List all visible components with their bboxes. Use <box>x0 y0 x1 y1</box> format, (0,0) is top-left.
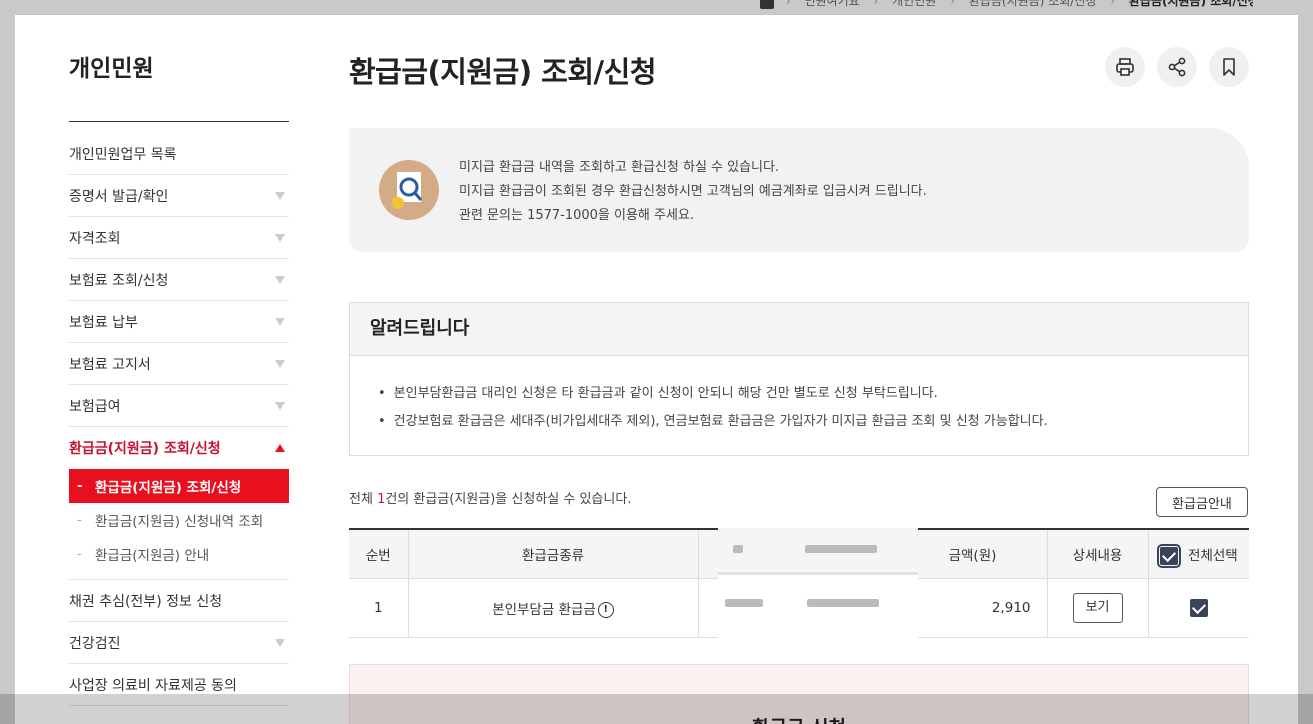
sidebar-item-label: 사업장 의료비 자료제공 동의 <box>69 677 237 694</box>
page-container: 개인민원 개인민원업무 목록 증명서 발급/확인 자격조회 보험료 조회/신청 … <box>15 15 1298 724</box>
detail-cell: 보기 <box>1046 578 1148 638</box>
breadcrumb-item[interactable]: 개인민원 <box>892 0 936 8</box>
print-button[interactable] <box>1105 47 1145 87</box>
sidebar-item-label: 증명서 발급/확인 <box>69 188 169 205</box>
blurred-text <box>733 545 743 553</box>
sidebar-item-label: 채권 추심(전부) 정보 신청 <box>69 593 223 610</box>
sidebar-item-label: 개인민원업무 목록 <box>69 146 177 163</box>
overlay-shade <box>0 694 1313 724</box>
refund-guide-button[interactable]: 환급금안내 <box>1156 487 1248 517</box>
sidebar-submenu: - 환급금(지원금) 조회/신청 - 환급금(지원금) 신청내역 조회 - 환급금(지… <box>69 469 289 580</box>
divider <box>69 121 289 122</box>
triangle-down-icon <box>275 275 285 284</box>
breadcrumb-item-current: 환급금(지원금) 조회/신청 <box>1128 0 1253 8</box>
info-line: 관련 문의는 1577-1000을 이용해 주세요. <box>459 208 695 223</box>
blurred-text <box>725 599 763 607</box>
select-all-header[interactable]: 전체선택 <box>1147 529 1249 579</box>
sidebar-title: 개인민원 <box>69 56 154 82</box>
triangle-down-icon <box>275 638 285 647</box>
triangle-up-icon <box>275 444 285 452</box>
select-all-checkbox[interactable] <box>1156 543 1181 568</box>
view-detail-button[interactable]: 보기 <box>1072 593 1123 623</box>
column-header: 금액(원) <box>897 529 1047 579</box>
sidebar-subitem-refund-inquiry[interactable]: - 환급금(지원금) 조회/신청 <box>69 469 289 503</box>
sidebar-item-debt-collection[interactable]: 채권 추심(전부) 정보 신청 <box>69 580 289 622</box>
sidebar-item-label: 자격조회 <box>69 230 121 247</box>
info-text: 미지급 환급금 내역을 조회하고 환급신청 하실 수 있습니다. 미지급 환급금… <box>459 156 927 228</box>
notice-title: 알려드립니다 <box>350 303 1248 356</box>
bookmark-button[interactable] <box>1209 47 1249 87</box>
triangle-down-icon <box>275 317 285 326</box>
sidebar-item-label: 보험료 납부 <box>69 314 138 331</box>
page-title: 환급금(지원금) 조회/신청 <box>349 55 657 89</box>
column-header: 환급금종류 <box>407 529 698 579</box>
column-header: 순번 <box>349 529 408 579</box>
sidebar-subitem-refund-guide[interactable]: - 환급금(지원금) 안내 <box>69 537 289 571</box>
bookmark-icon <box>1223 58 1235 76</box>
print-icon <box>1116 58 1134 76</box>
breadcrumb: › 민원여기요 › 개인민원 › 환급금(지원금) 조회/신청 › 환급금(지원… <box>760 0 1253 12</box>
notice-box: 알려드립니다 본인부담환급금 대리인 신청은 타 환급금과 같이 신청이 안되니… <box>349 302 1249 456</box>
triangle-down-icon <box>275 191 285 200</box>
column-header: 상세내용 <box>1046 529 1148 579</box>
share-button[interactable] <box>1157 47 1197 87</box>
count-text: 전체 1건의 환급금(지원금)을 신청하실 수 있습니다. <box>349 492 632 507</box>
sidebar-item-label: 건강검진 <box>69 635 121 652</box>
triangle-down-icon <box>275 233 285 242</box>
sidebar-subitem-label: 환급금(지원금) 조회/신청 <box>95 480 242 496</box>
sidebar-item-premium-inquiry[interactable]: 보험료 조회/신청 <box>69 259 289 301</box>
sidebar-item-label: 보험료 고지서 <box>69 356 151 373</box>
triangle-down-icon <box>275 359 285 368</box>
amount-cell: 2,910 <box>897 578 1047 638</box>
blurred-text <box>805 545 877 553</box>
sidebar-item-label: 보험급여 <box>69 398 121 415</box>
sidebar-item-health-checkup[interactable]: 건강검진 <box>69 622 289 664</box>
notice-item: 건강보험료 환급금은 세대주(비가입세대주 제외), 연금보험료 환급금은 가입… <box>378 408 1248 436</box>
exclamation-icon[interactable]: ! <box>597 602 614 618</box>
sidebar-item-refund[interactable]: 환급금(지원금) 조회/신청 <box>69 427 289 469</box>
document-search-icon <box>379 160 439 220</box>
sidebar-item-label: 환급금(지원금) 조회/신청 <box>69 441 221 457</box>
sidebar-subitem-label: 환급금(지원금) 신청내역 조회 <box>95 514 264 530</box>
select-all-label: 전체선택 <box>1188 547 1238 564</box>
breadcrumb-item[interactable]: 환급금(지원금) 조회/신청 <box>969 0 1097 8</box>
blurred-text <box>807 599 879 607</box>
row-number: 1 <box>349 578 408 638</box>
info-line: 미지급 환급금 내역을 조회하고 환급신청 하실 수 있습니다. <box>459 160 780 175</box>
breadcrumb-item[interactable]: 민원여기요 <box>804 0 859 8</box>
select-cell <box>1147 578 1249 638</box>
notice-item: 본인부담환급금 대리인 신청은 타 환급금과 같이 신청이 안되니 해당 건만 … <box>378 380 1248 408</box>
sidebar-item-certificate[interactable]: 증명서 발급/확인 <box>69 175 289 217</box>
triangle-down-icon <box>275 401 285 410</box>
sidebar-item-premium-notice[interactable]: 보험료 고지서 <box>69 343 289 385</box>
refund-type: 본인부담금 환급금 <box>492 602 596 618</box>
row-checkbox[interactable] <box>1189 599 1208 617</box>
sidebar-subitem-refund-history[interactable]: - 환급금(지원금) 신청내역 조회 <box>69 503 289 537</box>
info-line: 미지급 환급금이 조회된 경우 환급신청하시면 고객님의 예금계좌로 입금시켜 … <box>459 184 927 199</box>
sidebar-item-premium-payment[interactable]: 보험료 납부 <box>69 301 289 343</box>
refund-type-cell: 본인부담금 환급금! <box>407 578 698 638</box>
sidebar-item-list[interactable]: 개인민원업무 목록 <box>69 133 289 175</box>
info-box: 미지급 환급금 내역을 조회하고 환급신청 하실 수 있습니다. 미지급 환급금… <box>349 128 1249 252</box>
sidebar-item-benefits[interactable]: 보험급여 <box>69 385 289 427</box>
sidebar-subitem-label: 환급금(지원금) 안내 <box>95 548 210 564</box>
sidebar-item-label: 보험료 조회/신청 <box>69 272 169 289</box>
notice-list: 본인부담환급금 대리인 신청은 타 환급금과 같이 신청이 안되니 해당 건만 … <box>350 356 1248 436</box>
home-icon[interactable] <box>760 0 774 9</box>
sidebar-item-eligibility[interactable]: 자격조회 <box>69 217 289 259</box>
share-icon <box>1168 57 1186 77</box>
sidebar-menu: 개인민원업무 목록 증명서 발급/확인 자격조회 보험료 조회/신청 보험료 납… <box>69 133 289 706</box>
